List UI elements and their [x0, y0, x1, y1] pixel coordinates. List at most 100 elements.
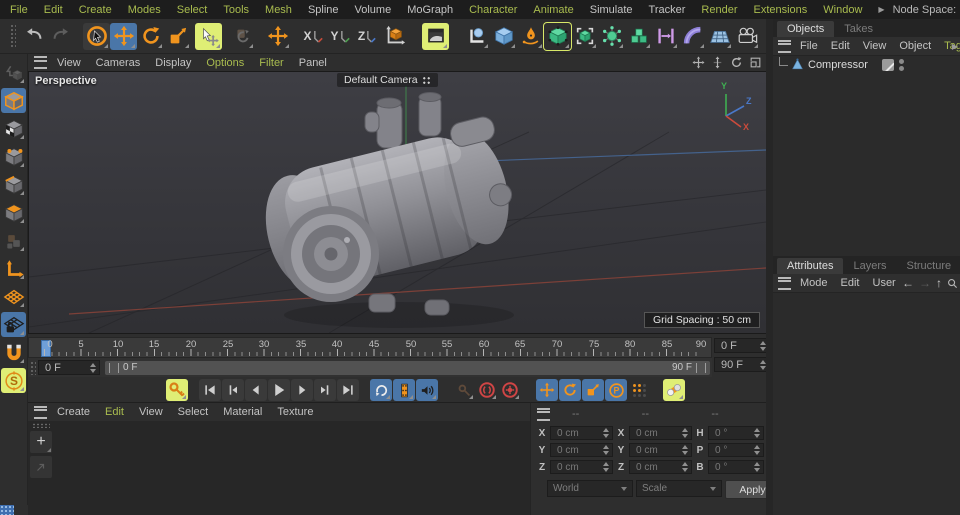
play-button[interactable] — [268, 379, 290, 401]
live-selection-tool[interactable] — [83, 23, 110, 50]
model-mode-button[interactable] — [1, 88, 26, 113]
next-key-button[interactable] — [314, 379, 336, 401]
tab-structure[interactable]: Structure — [897, 258, 960, 274]
camera-label-chip[interactable]: Default Camera — [337, 73, 438, 87]
move-gizmo-tool[interactable] — [264, 23, 291, 50]
obj-menu-edit[interactable]: Edit — [831, 40, 850, 52]
position-y-field[interactable]: 0 cm — [550, 443, 613, 457]
timeline-ruler[interactable]: 0 5 10 15 20 25 30 35 40 45 50 55 60 65 … — [28, 337, 712, 358]
dolly-view-icon[interactable] — [710, 55, 725, 70]
tab-objects[interactable]: Objects — [777, 21, 834, 37]
range-start-field[interactable]: 0 F — [38, 360, 100, 375]
texture-mode-button[interactable] — [1, 116, 26, 141]
volume-builder-button[interactable] — [625, 23, 652, 50]
goto-end-button[interactable] — [337, 379, 359, 401]
search-icon[interactable] — [947, 278, 958, 289]
record-rotation-button[interactable] — [559, 379, 581, 401]
spline-pen-button[interactable] — [517, 23, 544, 50]
vp-menu-cameras[interactable]: Cameras — [96, 57, 141, 69]
forward-arrow-icon[interactable]: → — [919, 276, 931, 290]
scale-z-field[interactable]: 0 cm — [629, 460, 692, 474]
menu-spline[interactable]: Spline — [308, 4, 339, 16]
record-active-objects-button[interactable] — [476, 379, 498, 401]
z-axis-lock-button[interactable]: Z — [354, 23, 381, 50]
menu-extensions[interactable]: Extensions — [753, 4, 807, 16]
material-hamburger-icon[interactable] — [34, 406, 47, 419]
tweak-mode-button[interactable] — [1, 228, 26, 253]
preview-range-slider[interactable]: 0 F 90 F — [105, 361, 710, 375]
menu-character[interactable]: Character — [469, 4, 517, 16]
keyframe-selection-button[interactable] — [663, 379, 685, 401]
workplane-button[interactable] — [1, 284, 26, 309]
scale-mode-select[interactable]: Scale — [636, 480, 722, 497]
position-z-field[interactable]: 0 cm — [550, 460, 613, 474]
scale-x-field[interactable]: 0 cm — [629, 426, 692, 440]
menu-animate[interactable]: Animate — [533, 4, 573, 16]
subdivision-surface-button[interactable] — [544, 23, 571, 50]
mat-menu-edit[interactable]: Edit — [105, 406, 124, 418]
record-pla-button[interactable] — [628, 379, 650, 401]
objects-hamburger-icon[interactable] — [778, 40, 791, 53]
record-keyframe-button[interactable] — [166, 379, 188, 401]
dock-handle[interactable] — [0, 505, 14, 515]
mat-menu-select[interactable]: Select — [178, 406, 209, 418]
mat-menu-view[interactable]: View — [139, 406, 163, 418]
snap-settings-button[interactable]: S — [1, 368, 26, 393]
undo-button[interactable] — [20, 23, 47, 50]
menu-tools[interactable]: Tools — [223, 4, 249, 16]
field-sphere-button[interactable] — [598, 23, 625, 50]
material-grip[interactable] — [32, 423, 50, 428]
coordinate-space-select[interactable]: World — [547, 480, 633, 497]
spinner-icon[interactable] — [86, 363, 96, 373]
rotate-view-icon[interactable] — [729, 55, 744, 70]
autokey-button[interactable] — [499, 379, 521, 401]
tab-attributes[interactable]: Attributes — [777, 258, 843, 274]
tab-layers[interactable]: Layers — [843, 258, 896, 274]
scale-tool[interactable] — [164, 23, 191, 50]
record-parameter-button[interactable]: P — [605, 379, 627, 401]
attr-menu-edit[interactable]: Edit — [841, 277, 860, 289]
current-frame-field[interactable]: 0 F — [714, 338, 770, 353]
lock-workplane-button[interactable] — [1, 312, 26, 337]
cube-primitive-button[interactable] — [490, 23, 517, 50]
camera-object-button[interactable] — [733, 23, 760, 50]
move-tool[interactable] — [110, 23, 137, 50]
menu-volume[interactable]: Volume — [355, 4, 392, 16]
axis-object-button[interactable] — [463, 23, 490, 50]
attributes-hamburger-icon[interactable] — [778, 277, 791, 290]
object-row-compressor[interactable]: Compressor — [773, 56, 960, 73]
previous-frame-button[interactable] — [245, 379, 267, 401]
spinner-icon[interactable] — [756, 360, 766, 370]
range-left-handle[interactable] — [109, 363, 119, 373]
position-x-field[interactable]: 0 cm — [550, 426, 613, 440]
add-material-button[interactable]: + — [30, 431, 52, 453]
material-list-area[interactable]: + — [28, 421, 530, 515]
mat-menu-texture[interactable]: Texture — [277, 406, 313, 418]
attr-menu-user[interactable]: User — [873, 277, 896, 289]
bend-deformer-button[interactable] — [679, 23, 706, 50]
coords-hamburger-icon[interactable] — [537, 408, 550, 421]
record-snapshot-button[interactable] — [453, 379, 475, 401]
tab-takes[interactable]: Takes — [834, 21, 883, 37]
make-editable-button[interactable] — [1, 60, 26, 85]
vp-menu-view[interactable]: View — [57, 57, 81, 69]
spline-arrange-button[interactable] — [652, 23, 679, 50]
goto-start-button[interactable] — [199, 379, 221, 401]
mat-menu-create[interactable]: Create — [57, 406, 90, 418]
menu-edit[interactable]: Edit — [44, 4, 63, 16]
menu-tracker[interactable]: Tracker — [649, 4, 686, 16]
menu-overflow-icon[interactable]: ▶ — [952, 42, 958, 51]
attr-menu-mode[interactable]: Mode — [800, 277, 828, 289]
obj-menu-view[interactable]: View — [863, 40, 887, 52]
object-edit-chip[interactable] — [882, 59, 894, 71]
axis-mode-button[interactable] — [1, 256, 26, 281]
last-used-tool[interactable] — [195, 23, 222, 50]
range-grip[interactable] — [30, 361, 36, 375]
menu-window[interactable]: Window — [823, 4, 862, 16]
mat-menu-material[interactable]: Material — [223, 406, 262, 418]
toolbar-grip[interactable] — [10, 24, 16, 48]
vp-menu-panel[interactable]: Panel — [299, 57, 327, 69]
range-right-handle[interactable] — [696, 363, 706, 373]
loop-playback-button[interactable] — [370, 379, 392, 401]
menu-select[interactable]: Select — [177, 4, 208, 16]
